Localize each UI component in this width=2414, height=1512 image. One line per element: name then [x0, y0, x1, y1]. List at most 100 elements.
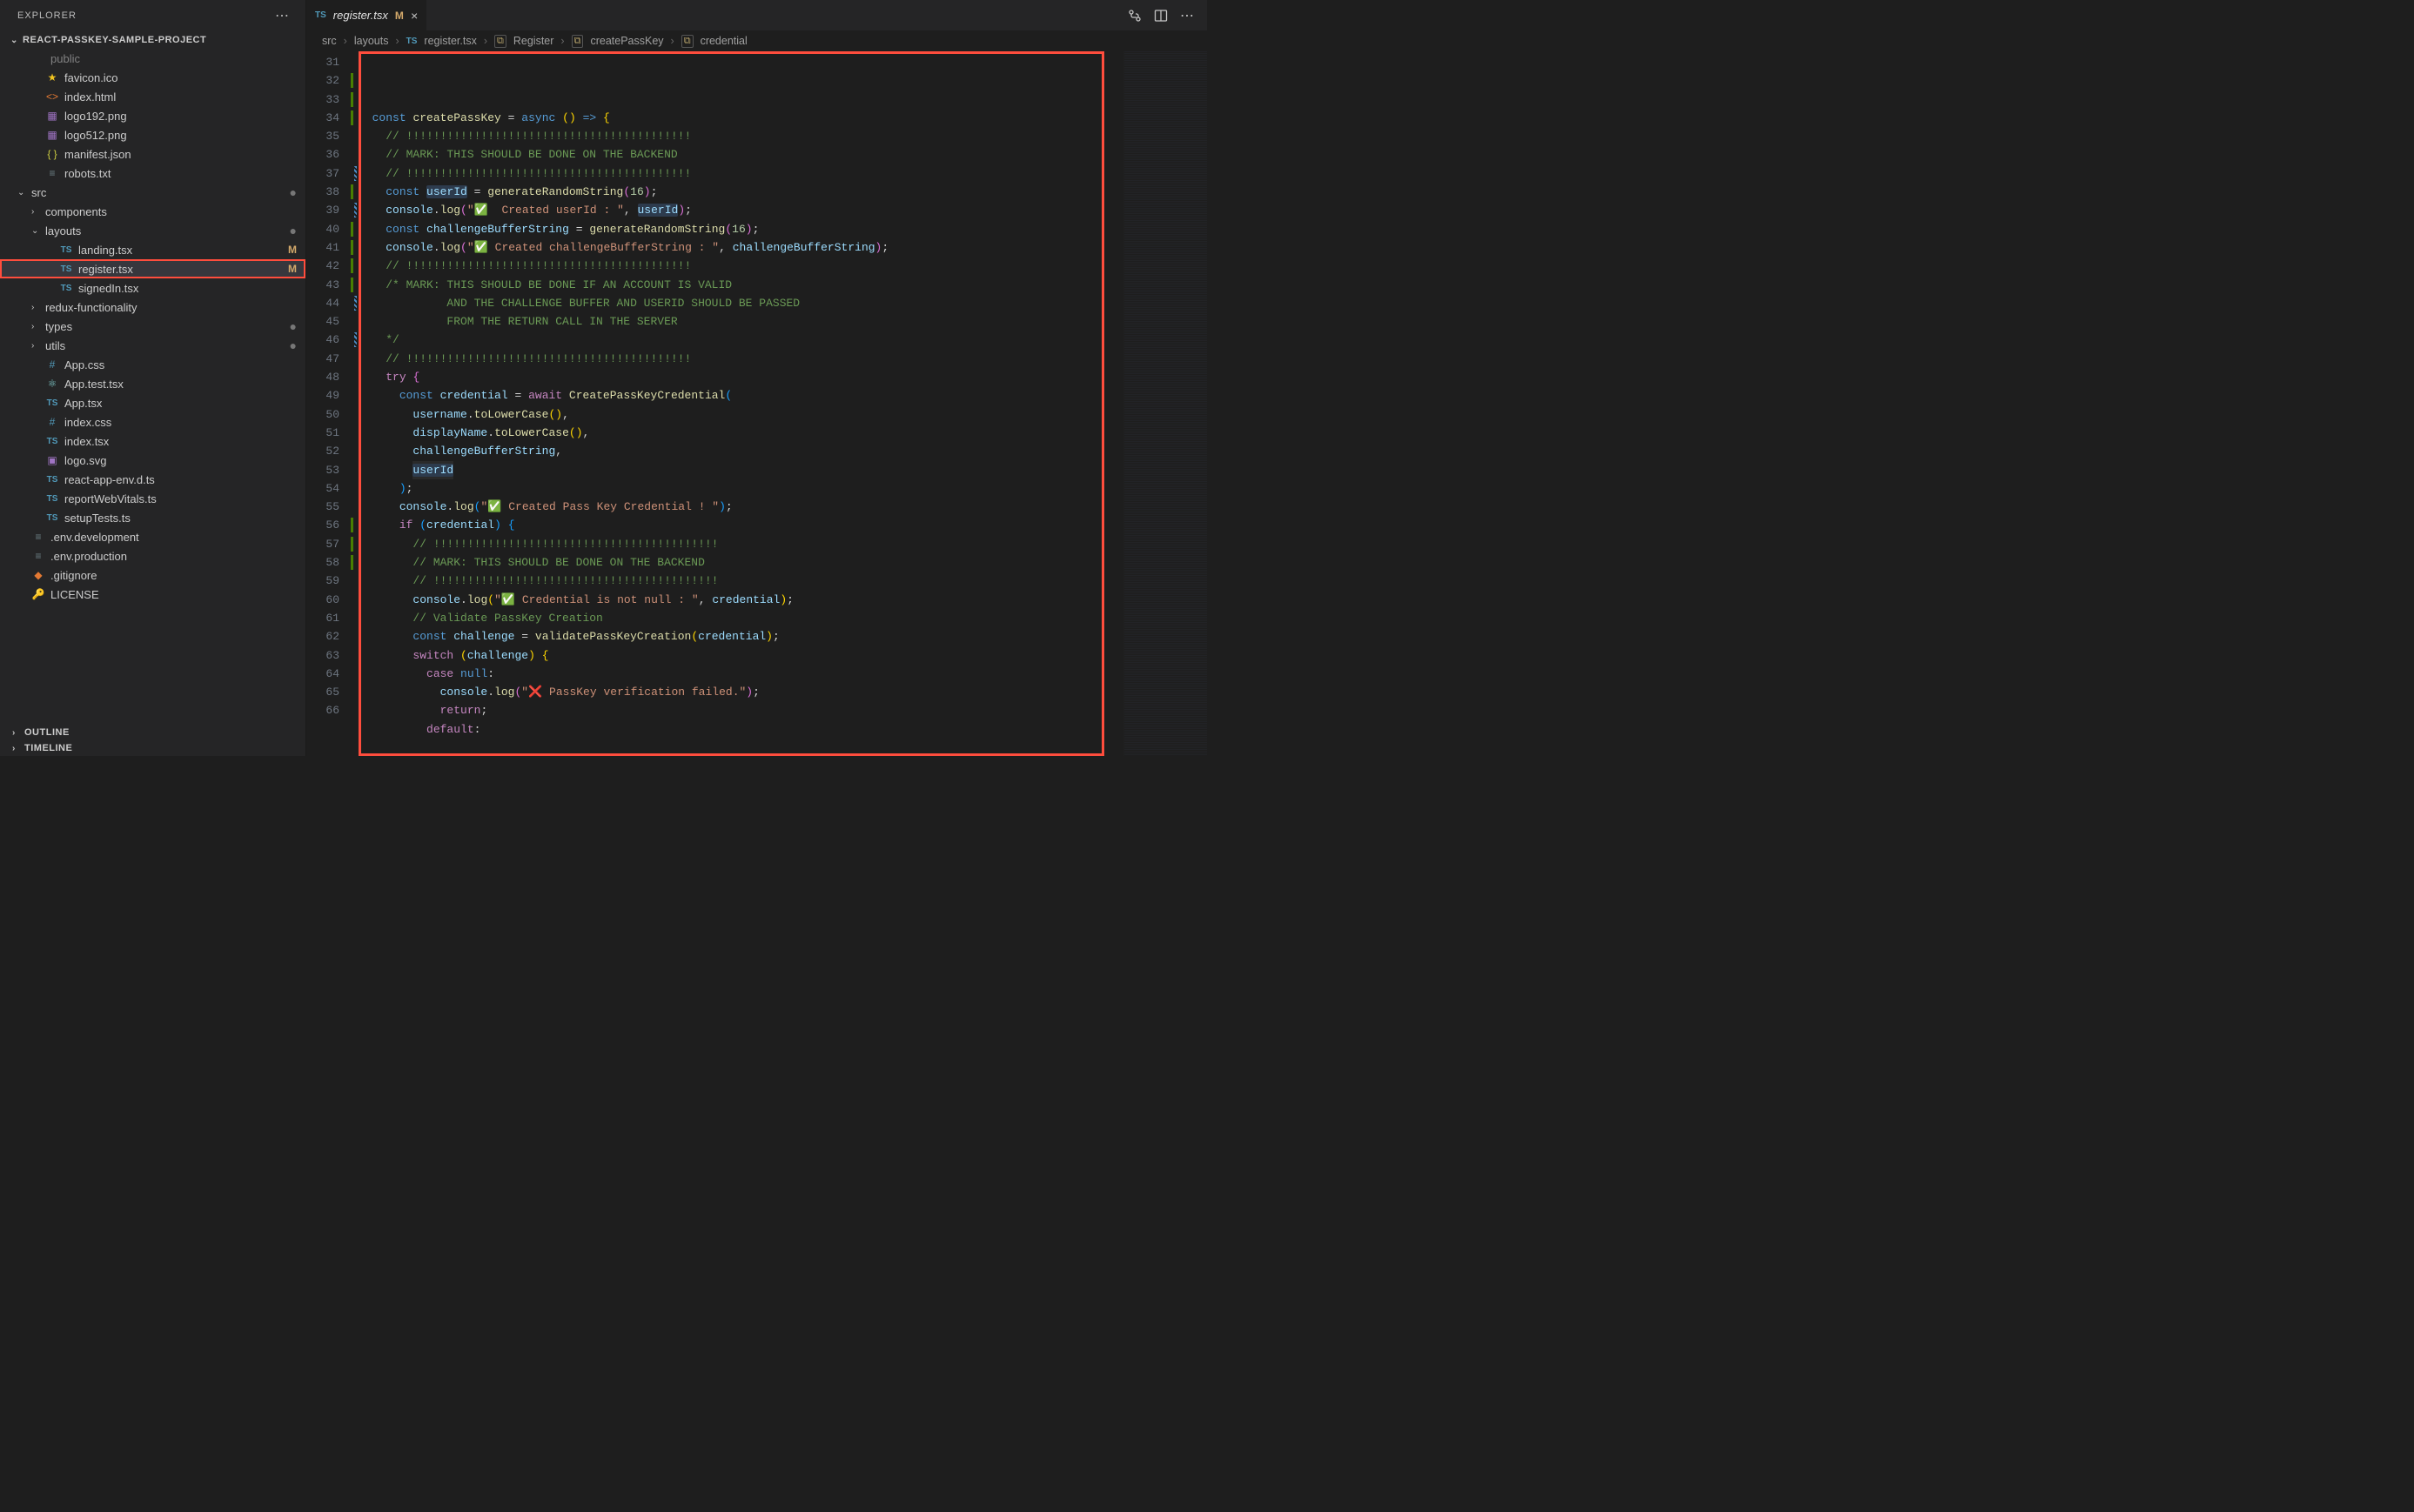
tree-item[interactable]: TSsetupTests.ts	[0, 508, 305, 527]
minimap[interactable]	[1123, 51, 1207, 756]
tree-item[interactable]: TSlanding.tsxM	[0, 240, 305, 259]
tree-item[interactable]: ⚛App.test.tsx	[0, 374, 305, 393]
tree-item-label: landing.tsx	[78, 244, 283, 257]
code-line[interactable]: /* MARK: THIS SHOULD BE DONE IF AN ACCOU…	[359, 276, 1123, 294]
code-line[interactable]: userId	[359, 461, 1123, 479]
modified-dot-icon: ●	[290, 338, 297, 352]
code-line[interactable]: username.toLowerCase(),	[359, 405, 1123, 424]
tree-item[interactable]: #App.css	[0, 355, 305, 374]
code-line[interactable]: const userId = generateRandomString(16);	[359, 183, 1123, 201]
ts-icon: TS	[59, 264, 73, 274]
outline-section[interactable]: › OUTLINE	[0, 725, 305, 740]
close-icon[interactable]: ×	[411, 9, 418, 23]
split-editor-icon[interactable]	[1154, 9, 1168, 23]
code-line[interactable]: challengeBufferString,	[359, 442, 1123, 460]
tree-item[interactable]: ★favicon.ico	[0, 68, 305, 87]
env-icon: ≡	[31, 531, 45, 543]
ts-icon: TS	[45, 475, 59, 485]
tree-item-label: .gitignore	[50, 569, 297, 582]
tree-item[interactable]: TSApp.tsx	[0, 393, 305, 412]
tab-register[interactable]: TS register.tsx M ×	[306, 0, 427, 30]
tree-item[interactable]: ⌄src●	[0, 183, 305, 202]
explorer-more-icon[interactable]: ⋯	[275, 7, 290, 24]
code-line[interactable]: AND THE CHALLENGE BUFFER AND USERID SHOU…	[359, 294, 1123, 312]
code-line[interactable]: // !!!!!!!!!!!!!!!!!!!!!!!!!!!!!!!!!!!!!…	[359, 572, 1123, 590]
code-line[interactable]: try {	[359, 368, 1123, 386]
code-line[interactable]: // MARK: THIS SHOULD BE DONE ON THE BACK…	[359, 145, 1123, 164]
code-line[interactable]: console.log("✅ Created challengeBufferSt…	[359, 238, 1123, 257]
code-line[interactable]: case null:	[359, 665, 1123, 683]
tree-item[interactable]: ▦ logo512.png	[0, 125, 305, 144]
code-line[interactable]: switch (challenge) {	[359, 646, 1123, 665]
code-line[interactable]: const challengeBufferString = generateRa…	[359, 220, 1123, 238]
file-tree[interactable]: public★favicon.ico<>index.html▦logo192.p…	[0, 49, 305, 725]
tree-item[interactable]: ◆.gitignore	[0, 565, 305, 585]
tree-item[interactable]: ▣logo.svg	[0, 451, 305, 470]
code-line[interactable]: // Validate PassKey Creation	[359, 609, 1123, 627]
code-line[interactable]: // !!!!!!!!!!!!!!!!!!!!!!!!!!!!!!!!!!!!!…	[359, 257, 1123, 275]
code-line[interactable]: );	[359, 479, 1123, 498]
ts-file-icon: TS	[406, 37, 418, 46]
code-line[interactable]: if (credential) {	[359, 516, 1123, 534]
tree-item[interactable]: ›types●	[0, 317, 305, 336]
code-line[interactable]: console.log("✅ Created userId : ", userI…	[359, 201, 1123, 219]
tree-item[interactable]: ≡.env.development	[0, 527, 305, 546]
code-line[interactable]: console.log("✅ Created Pass Key Credenti…	[359, 498, 1123, 516]
tree-item[interactable]: TSregister.tsxM	[0, 259, 305, 278]
code-line[interactable]: */	[359, 331, 1123, 349]
code-line[interactable]: // !!!!!!!!!!!!!!!!!!!!!!!!!!!!!!!!!!!!!…	[359, 535, 1123, 553]
tree-item-label: logo.svg	[64, 454, 297, 467]
more-actions-icon[interactable]: ⋯	[1180, 7, 1195, 24]
code-line[interactable]: default:	[359, 720, 1123, 739]
tree-item[interactable]: public	[0, 49, 305, 68]
tree-item[interactable]: TSsignedIn.tsx	[0, 278, 305, 298]
tree-item-label: types	[45, 320, 285, 333]
tree-item[interactable]: 🔑LICENSE	[0, 585, 305, 604]
code-line[interactable]: displayName.toLowerCase(),	[359, 424, 1123, 442]
tree-item[interactable]: ≡robots.txt	[0, 164, 305, 183]
tree-item[interactable]: ≡.env.production	[0, 546, 305, 565]
breadcrumbs[interactable]: src › layouts › TS register.tsx › ⧉ Regi…	[306, 30, 1207, 51]
tree-item[interactable]: TSreportWebVitals.ts	[0, 489, 305, 508]
ts-file-icon: TS	[315, 10, 326, 20]
timeline-section[interactable]: › TIMELINE	[0, 740, 305, 756]
star-icon: ★	[45, 71, 59, 84]
tree-item[interactable]: ›redux-functionality	[0, 298, 305, 317]
code-line[interactable]: // MARK: THIS SHOULD BE DONE ON THE BACK…	[359, 553, 1123, 572]
tree-item[interactable]: ›components	[0, 202, 305, 221]
compare-icon[interactable]	[1128, 9, 1142, 23]
html-icon: <>	[45, 90, 59, 103]
code-line[interactable]: console.log("❌ PassKey verification fail…	[359, 683, 1123, 701]
editor-body[interactable]: 3132333435363738394041424344454647484950…	[306, 51, 1207, 756]
tree-item[interactable]: TSindex.tsx	[0, 432, 305, 451]
code-line[interactable]: // !!!!!!!!!!!!!!!!!!!!!!!!!!!!!!!!!!!!!…	[359, 350, 1123, 368]
tree-item[interactable]: TSreact-app-env.d.ts	[0, 470, 305, 489]
code-line[interactable]: return;	[359, 701, 1123, 719]
chevron-down-icon: ⌄	[10, 36, 19, 45]
img-icon: ▦	[45, 129, 59, 141]
symbol-icon: ⧉	[681, 35, 694, 48]
explorer-sidebar: EXPLORER ⋯ ⌄ REACT-PASSKEY-SAMPLE-PROJEC…	[0, 0, 306, 756]
tree-item[interactable]: ›utils●	[0, 336, 305, 355]
tree-item[interactable]: #index.css	[0, 412, 305, 432]
tree-item[interactable]: ⌄layouts●	[0, 221, 305, 240]
tree-item[interactable]: { }manifest.json	[0, 144, 305, 164]
code-line[interactable]: const createPassKey = async () => {	[359, 109, 1123, 127]
code-line[interactable]: const challenge = validatePassKeyCreatio…	[359, 627, 1123, 646]
tree-item[interactable]: ▦logo192.png	[0, 106, 305, 125]
tree-item-label: .env.production	[50, 550, 297, 563]
ts-icon: TS	[45, 398, 59, 408]
tabbar-actions: ⋯	[1128, 0, 1207, 30]
code-line[interactable]: // !!!!!!!!!!!!!!!!!!!!!!!!!!!!!!!!!!!!!…	[359, 164, 1123, 183]
tree-item[interactable]: <>index.html	[0, 87, 305, 106]
project-header[interactable]: ⌄ REACT-PASSKEY-SAMPLE-PROJECT	[0, 31, 305, 49]
tree-item-label: logo512.png	[64, 129, 297, 142]
code-line[interactable]: const credential = await CreatePassKeyCr…	[359, 386, 1123, 405]
ts-icon: TS	[45, 513, 59, 523]
tree-item-label: robots.txt	[64, 167, 297, 180]
code-line[interactable]: console.log("✅ Credential is not null : …	[359, 591, 1123, 609]
tree-item-label: logo192.png	[64, 110, 297, 123]
code-line[interactable]: FROM THE RETURN CALL IN THE SERVER	[359, 312, 1123, 331]
code-area[interactable]: const createPassKey = async () => { // !…	[359, 51, 1123, 756]
code-line[interactable]: // !!!!!!!!!!!!!!!!!!!!!!!!!!!!!!!!!!!!!…	[359, 127, 1123, 145]
